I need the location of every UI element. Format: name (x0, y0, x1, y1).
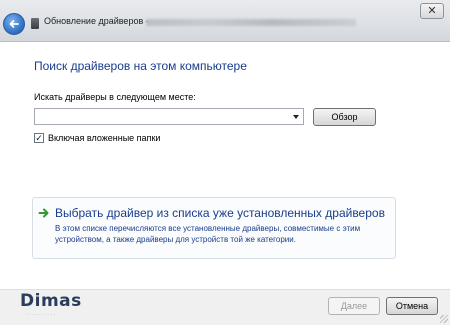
chevron-down-icon[interactable] (293, 115, 299, 119)
watermark-logo: Dimas · · · · · · · · · · (10, 291, 90, 321)
watermark-text: Dimas (20, 291, 82, 311)
pick-from-list-title[interactable]: Выбрать драйвер из списка уже установлен… (55, 206, 385, 220)
search-path-combobox[interactable] (34, 108, 304, 125)
title-device-name-redacted (146, 19, 356, 26)
device-icon (31, 18, 39, 29)
cancel-button[interactable]: Отмена (386, 297, 438, 315)
search-location-label: Искать драйверы в следующем месте: (34, 92, 196, 102)
window-title: Обновление драйверов - (44, 16, 149, 26)
pick-from-list-link[interactable]: Выбрать драйвер из списка уже установлен… (32, 197, 396, 259)
include-subfolders-label[interactable]: Включая вложенные папки (48, 133, 160, 143)
page-title: Поиск драйверов на этом компьютере (34, 59, 247, 73)
resize-grip[interactable] (440, 315, 448, 323)
watermark-subtitle: · · · · · · · · · · (26, 312, 56, 318)
include-subfolders-checkbox[interactable]: ✓ (34, 133, 44, 143)
back-arrow-icon (9, 20, 19, 28)
green-arrow-icon (38, 208, 49, 218)
title-bar: Обновление драйверов - ✕ (0, 0, 450, 42)
back-button[interactable] (3, 13, 25, 35)
pick-from-list-description: В этом списке перечисляются все установл… (55, 224, 361, 244)
browse-button[interactable]: Обзор (313, 108, 376, 126)
include-subfolders-option[interactable]: ✓ Включая вложенные папки (34, 132, 160, 144)
close-button[interactable]: ✕ (420, 3, 444, 19)
next-button[interactable]: Далее (328, 297, 380, 315)
